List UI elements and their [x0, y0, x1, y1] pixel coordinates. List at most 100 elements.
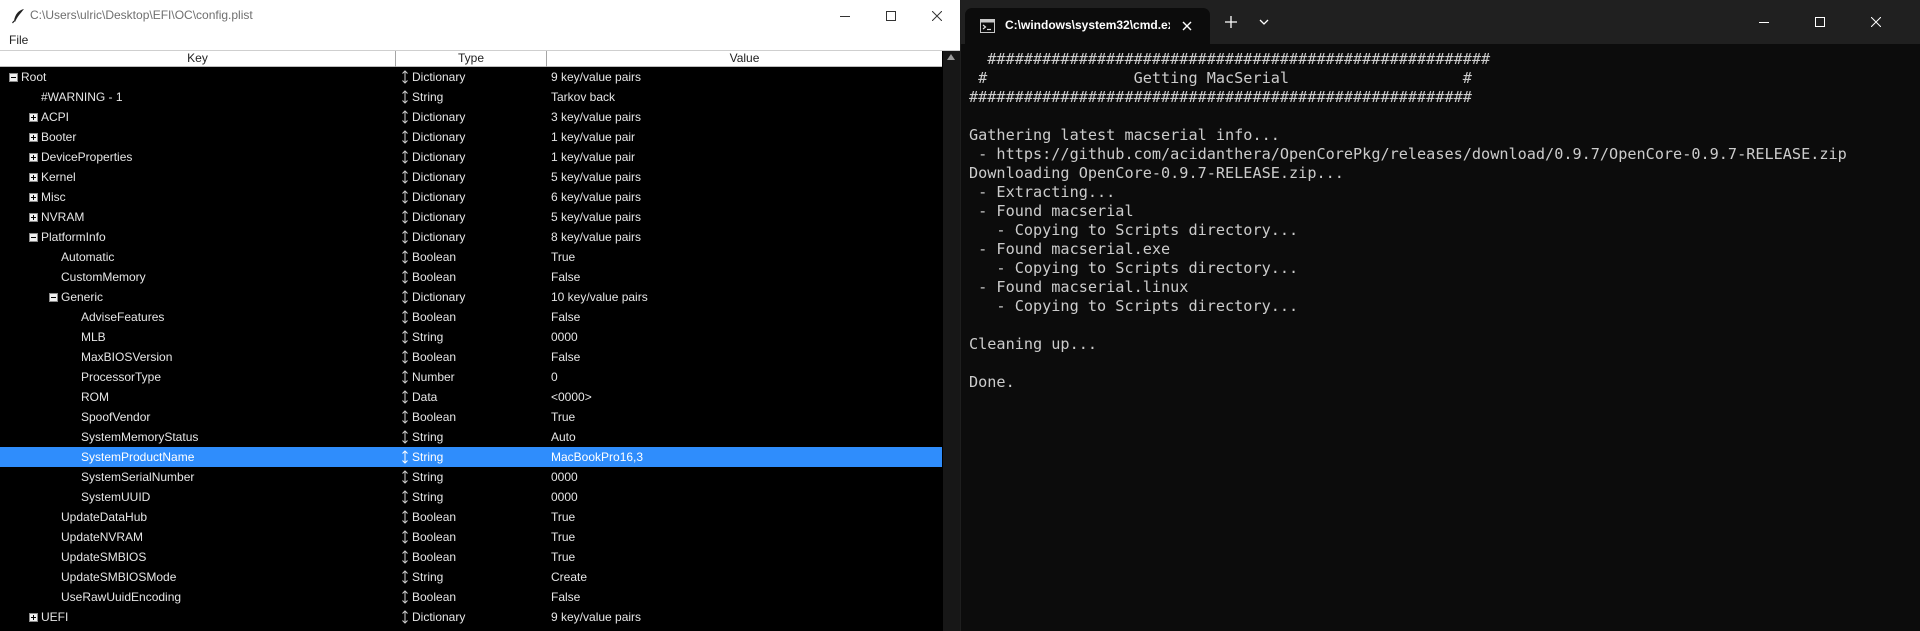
tree-row[interactable]: Misc Dictionary 6 key/value pairs: [0, 187, 942, 207]
expand-icon[interactable]: [29, 153, 38, 162]
tree-row[interactable]: Automatic Boolean True: [0, 247, 942, 267]
column-header-value[interactable]: Value: [547, 51, 942, 67]
tree-row[interactable]: DeviceProperties Dictionary 1 key/value pa…: [0, 147, 942, 167]
tree-row[interactable]: PlatformInfo Dictionary 8 key/value pairs: [0, 227, 942, 247]
terminal-close-button[interactable]: [1848, 0, 1904, 44]
left-title-bar[interactable]: C:\Users\ulric\Desktop\EFI\OC\config.pli…: [0, 0, 960, 32]
sort-arrows-icon[interactable]: [401, 570, 409, 584]
row-value: Auto: [551, 430, 576, 444]
tree-row[interactable]: SpoofVendor Boolean True: [0, 407, 942, 427]
tree-row[interactable]: SystemProductName String MacBookPro16,3: [0, 447, 942, 467]
console-line: - https://github.com/acidanthera/OpenCor…: [969, 145, 1847, 163]
terminal-maximize-button[interactable]: [1792, 0, 1848, 44]
row-type: Dictionary: [412, 190, 466, 204]
tree-row[interactable]: AdviseFeatures Boolean False: [0, 307, 942, 327]
tree-row[interactable]: MaxBIOSVersion Boolean False: [0, 347, 942, 367]
terminal-minimize-button[interactable]: [1736, 0, 1792, 44]
row-type: String: [412, 90, 444, 104]
column-header-key[interactable]: Key: [0, 51, 396, 67]
tree-row[interactable]: ACPI Dictionary 3 key/value pairs: [0, 107, 942, 127]
sort-arrows-icon[interactable]: [401, 170, 409, 184]
row-value: 0: [551, 370, 558, 384]
feather-icon: [12, 9, 24, 24]
row-key: UpdateSMBIOS: [61, 550, 147, 564]
sort-arrows-icon[interactable]: [401, 410, 409, 424]
row-key: Misc: [41, 190, 66, 204]
row-value: 0000: [551, 490, 578, 504]
sort-arrows-icon[interactable]: [401, 250, 409, 264]
tree-row[interactable]: MLB String 0000: [0, 327, 942, 347]
sort-arrows-icon[interactable]: [401, 330, 409, 344]
tree-row[interactable]: #WARNING - 1 String Tarkov back: [0, 87, 942, 107]
collapse-icon[interactable]: [49, 293, 58, 302]
tree-row[interactable]: Root Dictionary 9 key/value pairs: [0, 67, 942, 87]
sort-arrows-icon[interactable]: [401, 210, 409, 224]
sort-arrows-icon[interactable]: [401, 270, 409, 284]
sort-arrows-icon[interactable]: [401, 610, 409, 624]
column-header-type[interactable]: Type: [396, 51, 547, 67]
sort-arrows-icon[interactable]: [401, 590, 409, 604]
tree-row[interactable]: Kernel Dictionary 5 key/value pairs: [0, 167, 942, 187]
tree-row[interactable]: SystemSerialNumber String 0000: [0, 467, 942, 487]
expand-icon[interactable]: [29, 133, 38, 142]
sort-arrows-icon[interactable]: [401, 150, 409, 164]
row-key: SystemProductName: [81, 450, 195, 464]
row-value: True: [551, 510, 576, 524]
scroll-up-arrow-icon[interactable]: [947, 54, 955, 60]
tree-row[interactable]: UpdateSMBIOS Boolean True: [0, 547, 942, 567]
sort-arrows-icon[interactable]: [401, 390, 409, 404]
sort-arrows-icon[interactable]: [401, 370, 409, 384]
tree-row[interactable]: Generic Dictionary 10 key/value pairs: [0, 287, 942, 307]
sort-arrows-icon[interactable]: [401, 230, 409, 244]
sort-arrows-icon[interactable]: [401, 430, 409, 444]
tree-row[interactable]: Booter Dictionary 1 key/value pair: [0, 127, 942, 147]
sort-arrows-icon[interactable]: [401, 130, 409, 144]
expand-icon[interactable]: [29, 213, 38, 222]
tree-row[interactable]: UpdateSMBIOSMode String Create: [0, 567, 942, 587]
console-output[interactable]: ########################################…: [969, 50, 1914, 392]
tree-row[interactable]: CustomMemory Boolean False: [0, 267, 942, 287]
tree-row[interactable]: UpdateDataHub Boolean True: [0, 507, 942, 527]
expand-icon[interactable]: [29, 113, 38, 122]
sort-arrows-icon[interactable]: [401, 550, 409, 564]
tree-row[interactable]: SystemUUID String 0000: [0, 487, 942, 507]
tree-row[interactable]: ROM Data <0000>: [0, 387, 942, 407]
new-tab-icon[interactable]: [1222, 13, 1240, 31]
sort-arrows-icon[interactable]: [401, 530, 409, 544]
close-button[interactable]: [914, 0, 960, 32]
sort-arrows-icon[interactable]: [401, 490, 409, 504]
collapse-icon[interactable]: [29, 233, 38, 242]
tree-row[interactable]: ProcessorType Number 0: [0, 367, 942, 387]
row-key: AdviseFeatures: [81, 310, 165, 324]
minimize-button[interactable]: [822, 0, 868, 32]
sort-arrows-icon[interactable]: [401, 90, 409, 104]
chevron-down-icon[interactable]: [1255, 13, 1273, 31]
collapse-icon[interactable]: [9, 73, 18, 82]
tree-row[interactable]: UEFI Dictionary 9 key/value pairs: [0, 607, 942, 627]
sort-arrows-icon[interactable]: [401, 110, 409, 124]
sort-arrows-icon[interactable]: [401, 70, 409, 84]
sort-arrows-icon[interactable]: [401, 290, 409, 304]
close-tab-icon[interactable]: [1179, 18, 1195, 34]
row-key: #WARNING - 1: [41, 90, 123, 104]
tree-row[interactable]: UpdateNVRAM Boolean True: [0, 527, 942, 547]
terminal-title-bar[interactable]: C:\windows\system32\cmd.exe: [961, 0, 1920, 44]
sort-arrows-icon[interactable]: [401, 350, 409, 364]
console-line: ########################################…: [969, 50, 1491, 68]
tree-row[interactable]: NVRAM Dictionary 5 key/value pairs: [0, 207, 942, 227]
expand-icon[interactable]: [29, 173, 38, 182]
sort-arrows-icon[interactable]: [401, 190, 409, 204]
vertical-scrollbar[interactable]: [943, 51, 960, 631]
terminal-tab[interactable]: C:\windows\system32\cmd.exe: [965, 8, 1210, 44]
sort-arrows-icon[interactable]: [401, 470, 409, 484]
sort-arrows-icon[interactable]: [401, 450, 409, 464]
tree-row[interactable]: SystemMemoryStatus String Auto: [0, 427, 942, 447]
menu-file[interactable]: File: [9, 33, 28, 47]
maximize-button[interactable]: [868, 0, 914, 32]
sort-arrows-icon[interactable]: [401, 310, 409, 324]
expand-icon[interactable]: [29, 193, 38, 202]
expand-icon[interactable]: [29, 613, 38, 622]
row-key: MaxBIOSVersion: [81, 350, 173, 364]
tree-row[interactable]: UseRawUuidEncoding Boolean False: [0, 587, 942, 607]
sort-arrows-icon[interactable]: [401, 510, 409, 524]
